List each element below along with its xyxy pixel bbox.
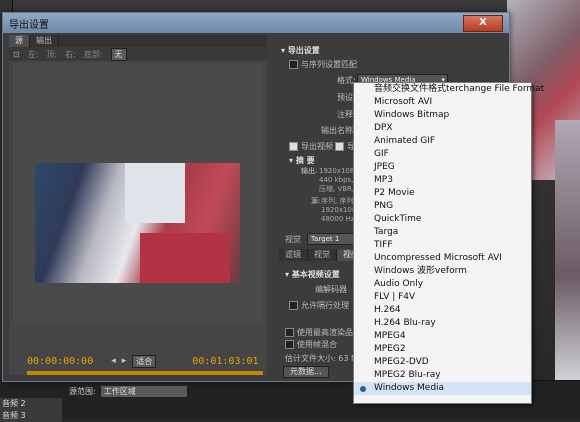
menu-item-animated-gif[interactable]: Animated GIF [354,135,531,148]
filesize-label: 估计文件大小: 63 MB [285,354,364,363]
export-section-title: ▾ 导出设置 [281,46,320,55]
output-summary: 输出: 1920x1080, 440 kbps, - 压缩, VBR, [301,167,361,193]
timecode-end: 00:01:03:01 [192,355,259,367]
tab-source[interactable]: 源 [9,35,30,47]
crop-toolbar: ⊡ 左: 顶: 右: 底部: 无 [9,47,267,61]
menu-item-aiff[interactable]: 音频交换文件格式terchange File Format [354,83,544,96]
match-sequence-checkbox[interactable]: 与序列设置匹配 [289,59,357,70]
source-preview-pane: 源 输出 ⊡ 左: 顶: 右: 底部: 无 00:00:00:00 ◂ ▸ 适合… [9,35,267,398]
tab-filters[interactable]: 滤镜 [279,249,308,261]
menu-item-mpeg2[interactable]: MPEG2 [354,343,531,356]
codec-label: 编解码器 [315,285,347,294]
visual-select[interactable]: Target 1 [307,233,356,245]
format-dropdown-menu: 音频交换文件格式terchange File Format Microsoft … [353,82,544,404]
visual-label: 视觉 [285,235,301,244]
crop-left-label: 左: [27,49,39,59]
menu-item-bitmap[interactable]: Windows Bitmap [354,109,531,122]
menu-item-windows-media[interactable]: Windows Media [354,382,531,395]
output-name-label: 输出名称: [321,126,356,135]
timecode-bar: 00:00:00:00 ◂ ▸ 适合 00:01:03:01 [13,353,265,369]
menu-item-h264-bluray[interactable]: H.264 Blu-ray [354,317,531,330]
crop-icon[interactable]: ⊡ [13,50,20,59]
frame-blend-checkbox[interactable]: 使用帧混合 [285,339,337,350]
crop-top-label: 顶: [46,49,58,59]
crop-bottom-label: 底部: [83,49,103,59]
menu-item-waveform[interactable]: Windows 波形veform [354,265,531,278]
selected-radio-icon [360,386,366,392]
dialog-title: 导出设置 [9,19,49,31]
menu-item-mpeg2-dvd[interactable]: MPEG2-DVD [354,356,531,369]
menu-item-dpx[interactable]: DPX [354,122,531,135]
menu-item-quicktime[interactable]: QuickTime [354,213,531,226]
menu-item-mp3[interactable]: MP3 [354,174,531,187]
preview-area [13,63,263,323]
timecode-start[interactable]: 00:00:00:00 [27,356,93,367]
video-frame [35,163,240,283]
menu-item-jpeg[interactable]: JPEG [354,161,531,174]
range-label: 源范围: [69,387,96,396]
dialog-titlebar[interactable]: 导出设置 X [3,13,509,33]
set-in-icon[interactable]: ◂ [111,356,116,366]
menu-item-gif[interactable]: GIF [354,148,531,161]
menu-item-mpeg4[interactable]: MPEG4 [354,330,531,343]
menu-item-uncompressed-avi[interactable]: Uncompressed Microsoft AVI [354,252,531,265]
preview-tabs: 源 输出 [9,35,267,47]
set-out-icon[interactable]: ▸ [122,356,127,366]
menu-item-targa[interactable]: Targa [354,226,531,239]
fit-select[interactable]: 适合 [132,354,157,368]
close-button[interactable]: X [463,15,503,32]
interlace-checkbox[interactable]: 允许隔行处理 [289,300,349,311]
menu-item-avi[interactable]: Microsoft AVI [354,96,531,109]
scrub-bar[interactable] [27,371,263,375]
menu-item-audio-only[interactable]: Audio Only [354,278,531,291]
metadata-button[interactable]: 元数据... [283,366,329,378]
track-label: 音频 3 [0,410,62,422]
summary-title: ▾ 摘 要 [289,156,315,165]
range-select[interactable]: 工作区域 [99,385,188,398]
menu-item-p2-movie[interactable]: P2 Movie [354,187,531,200]
video-cabinet [140,233,230,283]
menu-item-png[interactable]: PNG [354,200,531,213]
max-quality-checkbox[interactable]: 使用最高渲染品质 [285,327,361,338]
crop-ratio-select[interactable]: 无 [110,47,127,61]
menu-item-mpeg2-bluray[interactable]: MPEG2 Blu-ray [354,369,531,382]
menu-item-tiff[interactable]: TIFF [354,239,531,252]
crop-right-label: 右: [65,49,76,59]
track-label: 音频 2 [0,398,62,410]
basic-video-title: ▾ 基本视频设置 [285,270,340,279]
menu-item-flv[interactable]: FLV | F4V [354,291,531,304]
source-summary: 源: 序列, 序列 1920x1080 48000 Hz, 1 [311,197,364,223]
tab-output[interactable]: 输出 [30,35,59,47]
menu-item-h264[interactable]: H.264 [354,304,531,317]
source-range: 源范围: 工作区域 [69,385,188,398]
export-video-checkbox[interactable]: 导出视频 [289,141,333,152]
export-audio-checkbox[interactable]: 导 [335,141,355,152]
background-photo-strip [555,120,580,380]
video-window [125,163,185,223]
tab-visual[interactable]: 视觉 [308,249,337,261]
